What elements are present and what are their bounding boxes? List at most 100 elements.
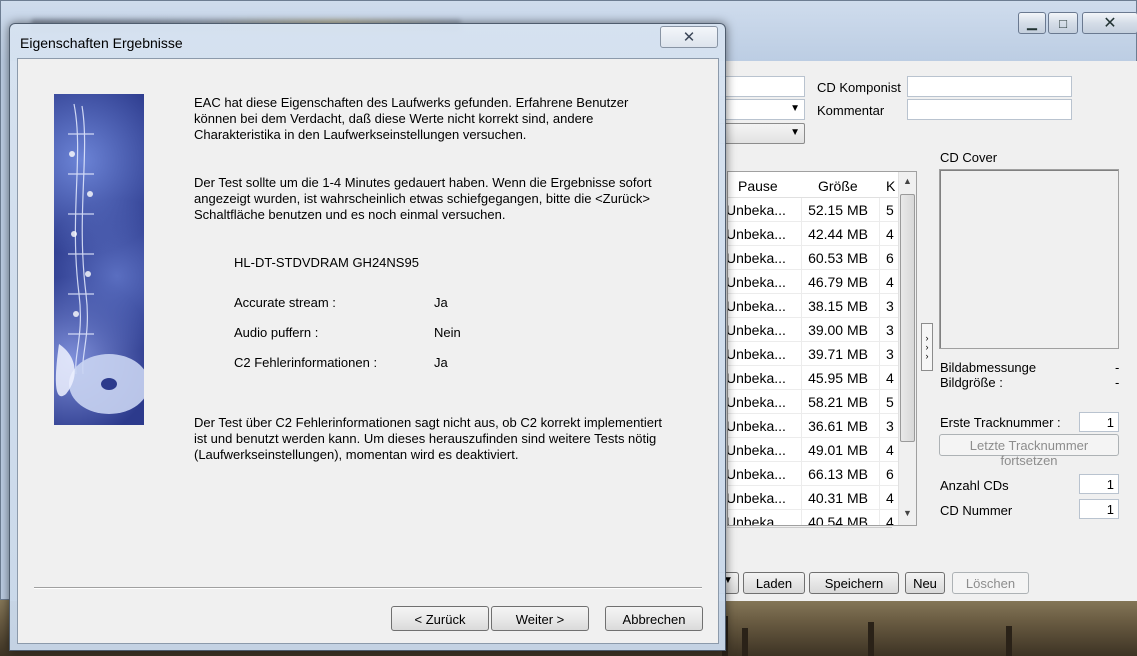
table-row[interactable]: Unbeka... 58.21 MB 5 [728, 390, 900, 414]
wallpaper-spire [1006, 626, 1012, 656]
year-combo[interactable]: ▼ [719, 123, 805, 144]
track-cell-pause: Unbeka... [727, 394, 786, 410]
track-cell-pause: Unbeka... [727, 490, 786, 506]
track-list-header: Pause Größe K [728, 172, 900, 198]
track-cell-size: 52.15 MB [808, 202, 868, 218]
image-dimensions-value: - [1115, 360, 1120, 375]
intro-text: EAC hat diese Eigenschaften des Laufwerk… [194, 95, 629, 142]
cd-number-input[interactable]: 1 [1079, 499, 1119, 519]
c2-note: Der Test über C2 Fehlerinformationen sag… [194, 415, 662, 462]
save-button[interactable]: Speichern [809, 572, 899, 594]
table-row[interactable]: Unbeka... 39.71 MB 3 [728, 342, 900, 366]
load-button[interactable]: Laden [743, 572, 805, 594]
new-button[interactable]: Neu [905, 572, 945, 594]
track-cell-k: 4 [886, 274, 894, 290]
track-cell-size: 60.53 MB [808, 250, 868, 266]
genre-combo[interactable]: ▼ [719, 99, 805, 120]
table-row[interactable]: Unbeka... 39.00 MB 3 [728, 318, 900, 342]
collapse-panel-button[interactable]: › › › [921, 323, 933, 371]
wizard-guitar-cd-image [54, 94, 144, 425]
track-list-scrollbar[interactable]: ▲ ▼ [898, 172, 916, 525]
table-row[interactable]: Unbeka... 60.53 MB 6 [728, 246, 900, 270]
accurate-stream-label: Accurate stream : [234, 295, 336, 310]
track-list[interactable]: Pause Größe K Unbeka... 52.15 MB 5 Unbeka..… [727, 171, 917, 526]
image-dimensions-label: Bildabmessunge [940, 360, 1037, 375]
track-cell-size: 40.54 MB [808, 514, 868, 526]
continue-last-track-button[interactable]: Letzte Tracknummer fortsetzen [939, 434, 1119, 468]
track-cell-k: 4 [886, 370, 894, 386]
cd-count-input[interactable]: 1 [1079, 474, 1119, 494]
artist-input[interactable] [719, 76, 805, 97]
track-cell-k: 3 [886, 418, 894, 434]
track-cell-pause: Unbeka... [727, 202, 786, 218]
track-cell-pause: Unbeka... [727, 322, 786, 338]
button-separator [34, 587, 702, 589]
minimize-button[interactable]: ▁ [1018, 12, 1046, 34]
track-cell-size: 66.13 MB [808, 466, 868, 482]
track-cell-size: 42.44 MB [808, 226, 868, 242]
c2-error-info-value: Ja [434, 355, 448, 370]
image-size-label: Bildgröße : [940, 375, 1003, 390]
accurate-stream-value: Ja [434, 295, 448, 310]
table-row[interactable]: Unbeka... 38.15 MB 3 [728, 294, 900, 318]
track-cell-k: 5 [886, 202, 894, 218]
composer-input[interactable] [907, 76, 1072, 97]
track-cell-pause: Unbeka... [727, 250, 786, 266]
table-row[interactable]: Unbeka... 66.13 MB 6 [728, 462, 900, 486]
track-cell-size: 38.15 MB [808, 298, 868, 314]
maximize-button[interactable]: □ [1048, 12, 1078, 34]
track-cell-pause: Unbeka... [727, 274, 786, 290]
cd-cover-label: CD Cover [940, 150, 998, 165]
scrollbar-thumb[interactable] [900, 194, 915, 442]
wallpaper-spire [742, 628, 748, 656]
track-cell-pause: Unbeka... [727, 346, 786, 362]
drive-name: HL-DT-STDVDRAM GH24NS95 [234, 255, 419, 270]
drive-properties-dialog: Eigenschaften Ergebnisse ✕ EAC hat diese… [9, 23, 726, 651]
dialog-title: Eigenschaften Ergebnisse [20, 35, 183, 51]
track-cell-k: 3 [886, 298, 894, 314]
chevron-right-icon: › [925, 350, 929, 361]
cd-count-label: Anzahl CDs [940, 478, 1009, 493]
cd-cover-image[interactable] [939, 169, 1119, 349]
track-cell-k: 6 [886, 250, 894, 266]
track-cell-pause: Unbeka... [727, 418, 786, 434]
table-row[interactable]: Unbeka... 42.44 MB 4 [728, 222, 900, 246]
track-cell-pause: Unbeka... [727, 370, 786, 386]
cd-number-label: CD Nummer [940, 503, 1013, 518]
chevron-down-icon: ▼ [790, 103, 800, 114]
first-track-label: Erste Tracknummer : [940, 415, 1061, 430]
delete-button[interactable]: Löschen [952, 572, 1029, 594]
audio-cache-value: Nein [434, 325, 461, 340]
guitar-cd-illustration [55, 103, 144, 414]
table-row[interactable]: Unbeka... 46.79 MB 4 [728, 270, 900, 294]
dialog-close-button[interactable]: ✕ [660, 26, 718, 48]
track-cell-size: 45.95 MB [808, 370, 868, 386]
chevron-down-icon: ▼ [790, 127, 800, 138]
track-list-hscroll[interactable] [727, 527, 892, 541]
table-row[interactable]: Unbeka... 40.31 MB 4 [728, 486, 900, 510]
column-header-size[interactable]: Größe [808, 172, 886, 197]
table-row[interactable]: Unbeka... 40.54 MB 4 [728, 510, 900, 526]
table-row[interactable]: Unbeka... 45.95 MB 4 [728, 366, 900, 390]
track-cell-size: 49.01 MB [808, 442, 868, 458]
track-cell-k: 4 [886, 442, 894, 458]
column-header-pause[interactable]: Pause [728, 172, 808, 197]
comment-input[interactable] [907, 99, 1072, 120]
cancel-button[interactable]: Abbrechen [605, 606, 703, 631]
track-cell-size: 46.79 MB [808, 274, 868, 290]
table-row[interactable]: Unbeka... 49.01 MB 4 [728, 438, 900, 462]
image-size-value: - [1115, 375, 1120, 390]
c2-error-info-label: C2 Fehlerinformationen : [234, 355, 378, 370]
table-row[interactable]: Unbeka... 52.15 MB 5 [728, 198, 900, 222]
scroll-up-icon[interactable]: ▲ [903, 176, 912, 186]
close-icon: ✕ [682, 29, 696, 46]
back-button[interactable]: < Zurück [391, 606, 489, 631]
track-cell-pause: Unbeka... [727, 298, 786, 314]
next-button[interactable]: Weiter > [491, 606, 589, 631]
scroll-down-icon[interactable]: ▼ [903, 508, 912, 518]
close-button[interactable]: ✕ [1082, 12, 1137, 34]
first-track-input[interactable]: 1 [1079, 412, 1119, 432]
track-cell-pause: Unbeka... [727, 466, 786, 482]
track-cell-size: 36.61 MB [808, 418, 868, 434]
table-row[interactable]: Unbeka... 36.61 MB 3 [728, 414, 900, 438]
